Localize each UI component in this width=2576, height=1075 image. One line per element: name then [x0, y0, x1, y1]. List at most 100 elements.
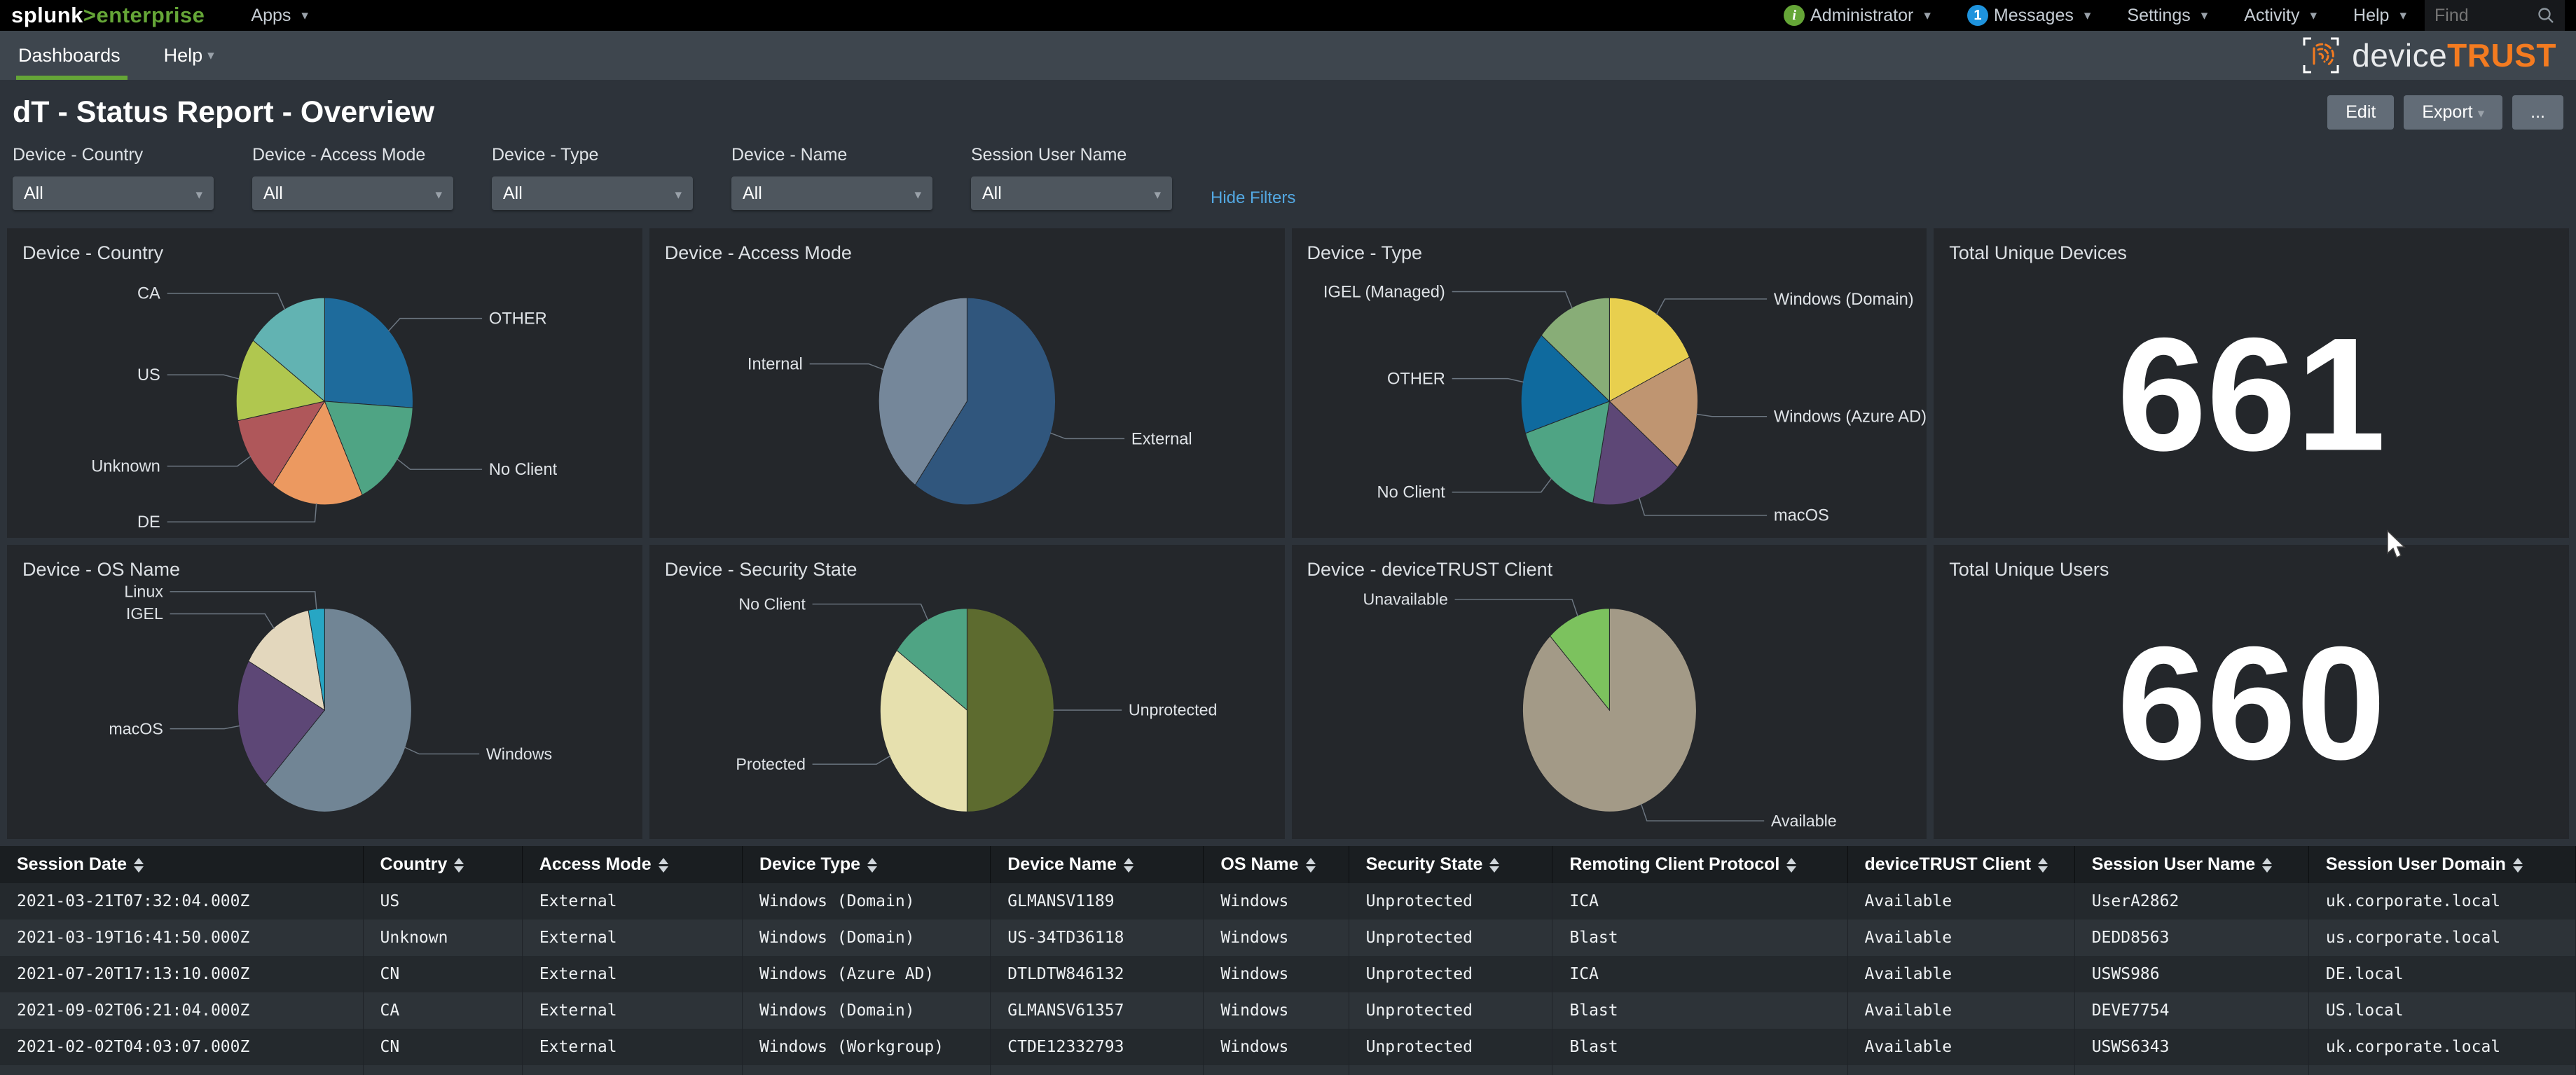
more-actions-button[interactable]: ... [2512, 95, 2563, 130]
device-country-pie-chart: OTHERNo ClientDEUnknownUSCA [7, 265, 642, 538]
table-cell: 2021-07-20T17:13:10.000Z [0, 956, 363, 992]
table-cell: DTLDTW846132 [991, 956, 1204, 992]
filter-session-user-name-dropdown[interactable]: All [971, 176, 1172, 210]
nav-settings-menu[interactable]: Settings [2109, 0, 2226, 31]
table-cell: Unprotected [1349, 1065, 1552, 1075]
column-header-remoting-client-protocol[interactable]: Remoting Client Protocol [1552, 846, 1847, 883]
column-header-os-name[interactable]: OS Name [1204, 846, 1349, 883]
pie-chart-svg: UnprotectedProtectedNo Client [649, 581, 1285, 839]
column-header-session-user-domain[interactable]: Session User Domain [2308, 846, 2575, 883]
column-header-security-state[interactable]: Security State [1349, 846, 1552, 883]
filter-device-name-label: Device - Name [731, 145, 932, 165]
tab-help[interactable]: Help [157, 31, 221, 80]
nav-help-menu[interactable]: Help [2335, 0, 2425, 31]
device-security-state-pie-chart: UnprotectedProtectedNo Client [649, 581, 1285, 839]
pie-chart-svg: AvailableUnavailable [1292, 581, 1927, 839]
devicetrust-logo-icon [2301, 36, 2341, 75]
table-cell: Windows [1204, 920, 1349, 956]
pie-slice[interactable] [324, 298, 413, 408]
filter-device-name: Device - Name All [731, 145, 932, 210]
filter-device-country-value: All [24, 183, 43, 204]
pie-label-line [1656, 299, 1767, 314]
pie-label: No Client [1377, 484, 1445, 502]
nav-administrator-menu[interactable]: i Administrator [1765, 0, 1949, 31]
chevron-down-icon [670, 183, 682, 204]
dashboard-row-1: Device - Country OTHERNo ClientDEUnknown… [0, 228, 2576, 538]
table-row[interactable]: 2021-07-20T17:13:10.000ZCNExternalWindow… [0, 956, 2576, 992]
column-header-access-mode[interactable]: Access Mode [522, 846, 742, 883]
total-devices-value: 661 [1934, 301, 2569, 487]
table-row[interactable]: 2021-03-21T07:32:04.000ZUSExternalWindow… [0, 883, 2576, 920]
column-header-country[interactable]: Country [363, 846, 522, 883]
table-cell: Windows (Workgroup) [742, 1029, 990, 1065]
pie-label-line [167, 293, 285, 310]
pie-label-line [388, 319, 482, 331]
pie-label: US [137, 366, 160, 384]
user-info-icon: i [1784, 5, 1805, 26]
column-header-devicetrust-client[interactable]: deviceTRUST Client [1847, 846, 2074, 883]
pie-chart-svg: Windows (Domain)Windows (Azure AD)macOSN… [1292, 265, 1927, 538]
pie-label-line [404, 747, 479, 754]
table-cell: Unprotected [1349, 920, 1552, 956]
find-search-input[interactable] [2434, 6, 2526, 26]
filter-device-access-mode-dropdown[interactable]: All [252, 176, 453, 210]
pie-label: Available [1770, 812, 1836, 830]
top-nav-bar: splunk>enterprise Apps i Administrator 1… [0, 0, 2576, 31]
export-button[interactable]: Export [2404, 95, 2502, 130]
table-cell: US [363, 883, 522, 920]
table-cell: CN [363, 956, 522, 992]
table-cell: DEDD8563 [2074, 920, 2308, 956]
nav-help-label: Help [2353, 6, 2389, 26]
table-row[interactable]: 2021-09-02T06:21:04.000ZCAExternalWindow… [0, 992, 2576, 1029]
pie-label: Windows [486, 744, 552, 763]
nav-activity-menu[interactable]: Activity [2226, 0, 2335, 31]
filter-device-type-dropdown[interactable]: All [492, 176, 693, 210]
pie-label: No Client [738, 595, 806, 613]
find-search-box[interactable] [2425, 0, 2565, 31]
table-cell: Blast [1552, 1029, 1847, 1065]
search-icon [2537, 6, 2555, 25]
column-header-session-date[interactable]: Session Date [0, 846, 363, 883]
filters-row: Device - Country All Device - Access Mod… [0, 139, 2576, 228]
title-row: dT - Status Report - Overview Edit Expor… [0, 80, 2576, 139]
pie-label-line [812, 604, 928, 620]
pie-label: Windows (Azure AD) [1773, 408, 1926, 426]
splunk-logo[interactable]: splunk>enterprise [11, 3, 205, 28]
filter-device-name-dropdown[interactable]: All [731, 176, 932, 210]
nav-messages-menu[interactable]: 1 Messages [1949, 0, 2109, 31]
pie-slice[interactable] [967, 609, 1054, 812]
pie-label: macOS [109, 719, 163, 737]
pie-chart-svg: External Internal [649, 265, 1285, 538]
pie-label-line [1454, 599, 1578, 616]
hide-filters-link[interactable]: Hide Filters [1211, 188, 1295, 208]
column-header-device-name[interactable]: Device Name [991, 846, 1204, 883]
tab-dashboards[interactable]: Dashboards [11, 31, 128, 80]
column-header-session-user-name[interactable]: Session User Name [2074, 846, 2308, 883]
table-row[interactable]: 2021-03-19T16:41:50.000ZUnknownExternalW… [0, 920, 2576, 956]
edit-button[interactable]: Edit [2327, 95, 2394, 130]
pie-label-line [1452, 379, 1523, 382]
splunk-logo-gt: > [83, 3, 97, 27]
table-cell: DE.local [2308, 956, 2575, 992]
chevron-down-icon [191, 183, 202, 204]
pie-label: macOS [1773, 507, 1828, 525]
table-cell: Windows (Domain) [742, 883, 990, 920]
pie-label: Internal [748, 355, 803, 373]
device-os-name-pie-chart: WindowsmacOSIGELLinux [7, 581, 642, 839]
panel-device-access-mode: Device - Access Mode ExternalInternal [649, 228, 1285, 538]
table-cell: US-34TD36118 [991, 920, 1204, 956]
panel-total-unique-users: Total Unique Users 660 [1934, 545, 2569, 839]
panel-device-os-name-title: Device - OS Name [7, 545, 642, 585]
panel-device-os-name: Device - OS Name WindowsmacOSIGELLinux [7, 545, 642, 839]
table-cell: uk.corporate.local [2308, 1029, 2575, 1065]
table-row[interactable]: 2020-10-12T17:35:00.000ZUnknownExternalW… [0, 1065, 2576, 1075]
filter-device-access-mode-value: All [263, 183, 283, 204]
column-header-device-type[interactable]: Device Type [742, 846, 990, 883]
table-cell: Unprotected [1349, 992, 1552, 1029]
splunk-logo-word: splunk [11, 3, 83, 27]
filter-device-country-dropdown[interactable]: All [13, 176, 214, 210]
nav-apps-menu[interactable]: Apps [233, 0, 326, 31]
pie-label: External [1131, 430, 1192, 448]
table-row[interactable]: 2021-02-02T04:03:07.000ZCNExternalWindow… [0, 1029, 2576, 1065]
table-cell: CTDE12332793 [991, 1029, 1204, 1065]
